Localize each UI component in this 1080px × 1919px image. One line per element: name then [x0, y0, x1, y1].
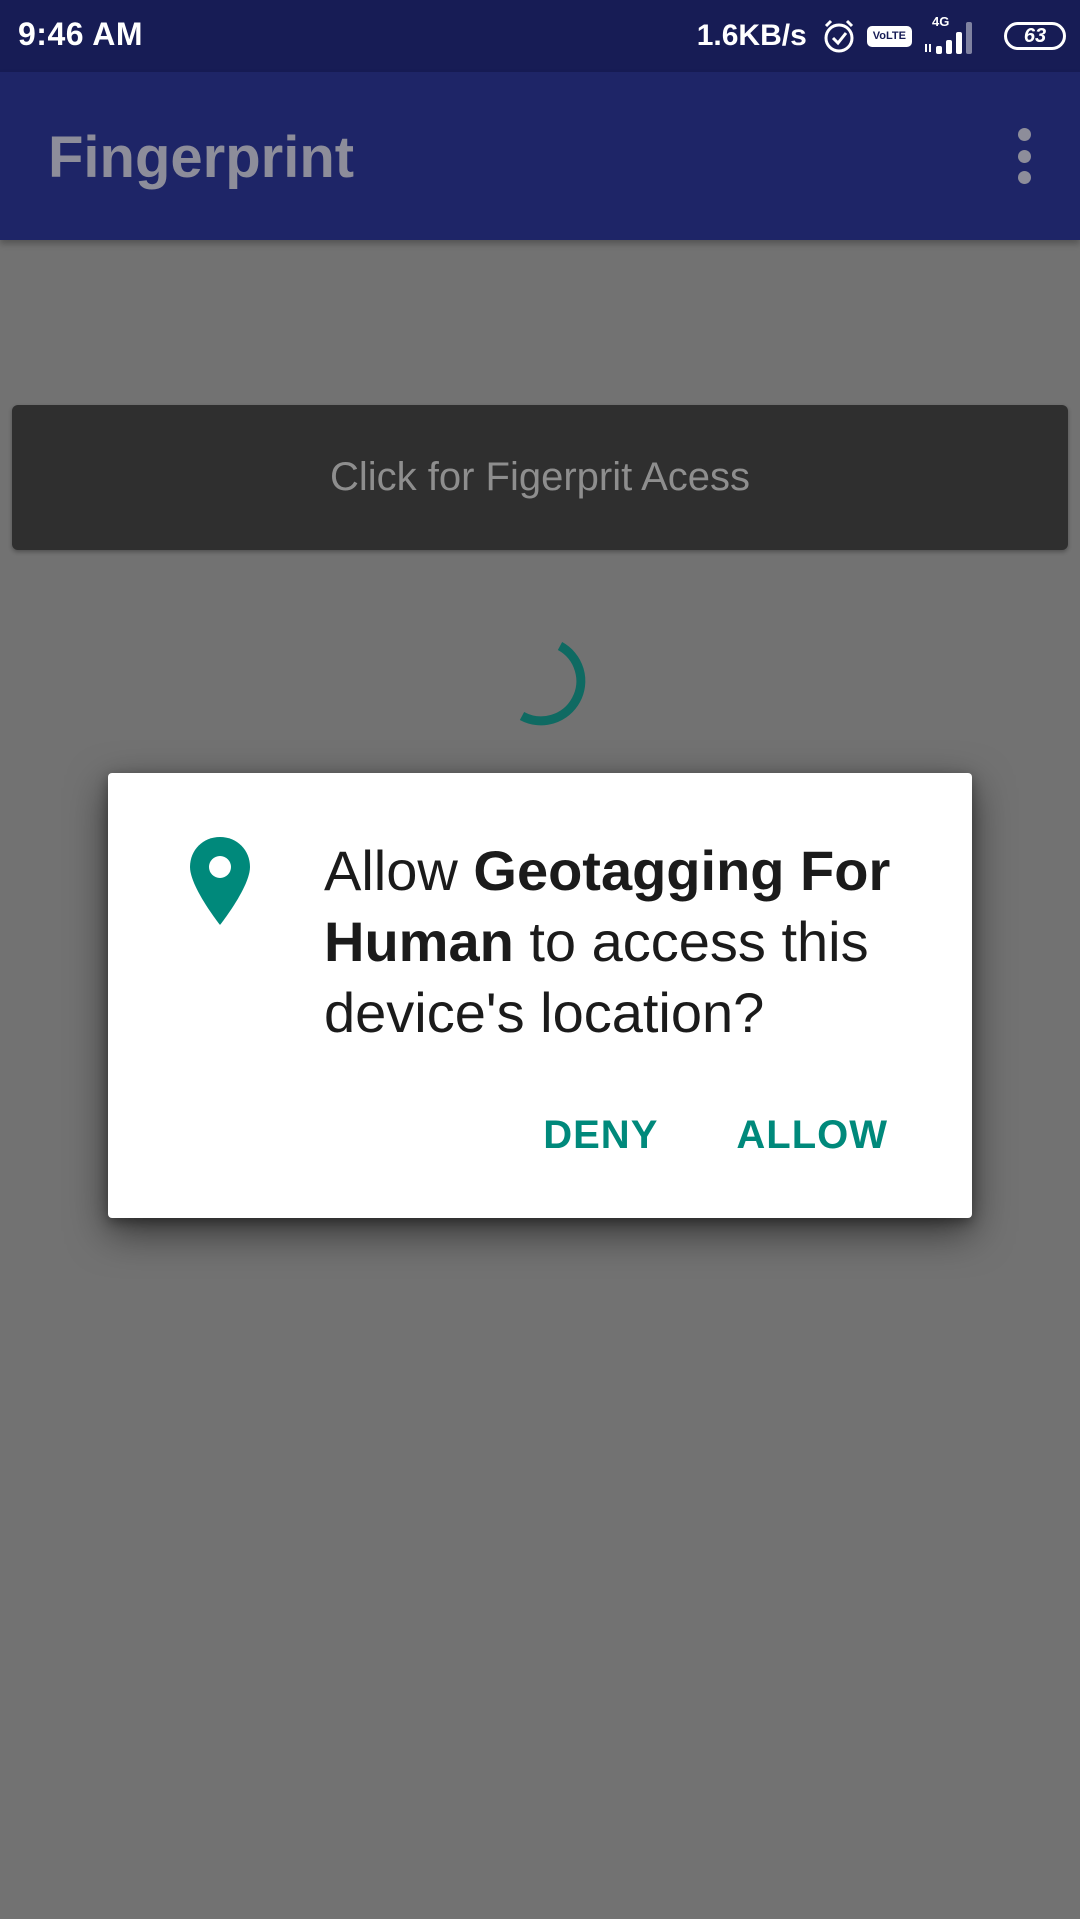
network-speed: 1.6KB/s	[696, 19, 807, 52]
alarm-icon	[821, 18, 857, 54]
volte-icon: Vo LTE	[866, 25, 912, 47]
deny-button[interactable]: DENY	[543, 1113, 658, 1158]
volte-top-text: Vo	[872, 29, 887, 42]
app-bar: Fingerprint	[0, 72, 1080, 240]
status-bar: 9:46 AM 1.6KB/s Vo LTE 4G 63	[0, 0, 1080, 72]
allow-button[interactable]: ALLOW	[736, 1113, 888, 1158]
permission-dialog: Allow Geotagging For Human to access thi…	[108, 773, 972, 1218]
fingerprint-access-button[interactable]: Click for Figerprit Acess	[12, 405, 1068, 550]
message-prefix: Allow	[324, 839, 474, 902]
dialog-actions: DENY ALLOW	[543, 1113, 888, 1158]
loading-spinner-icon	[519, 642, 586, 726]
location-pin-icon	[190, 837, 250, 925]
signal-icon: 4G	[922, 14, 988, 58]
app-title: Fingerprint	[48, 125, 355, 190]
status-icons: 1.6KB/s Vo LTE 4G 63	[697, 14, 1066, 58]
dialog-message: Allow Geotagging For Human to access thi…	[324, 835, 924, 1048]
status-time: 9:46 AM	[18, 16, 144, 52]
overflow-menu-icon[interactable]	[1006, 128, 1042, 184]
battery-icon: 63	[1004, 22, 1066, 50]
volte-bottom-text: LTE	[886, 29, 906, 42]
